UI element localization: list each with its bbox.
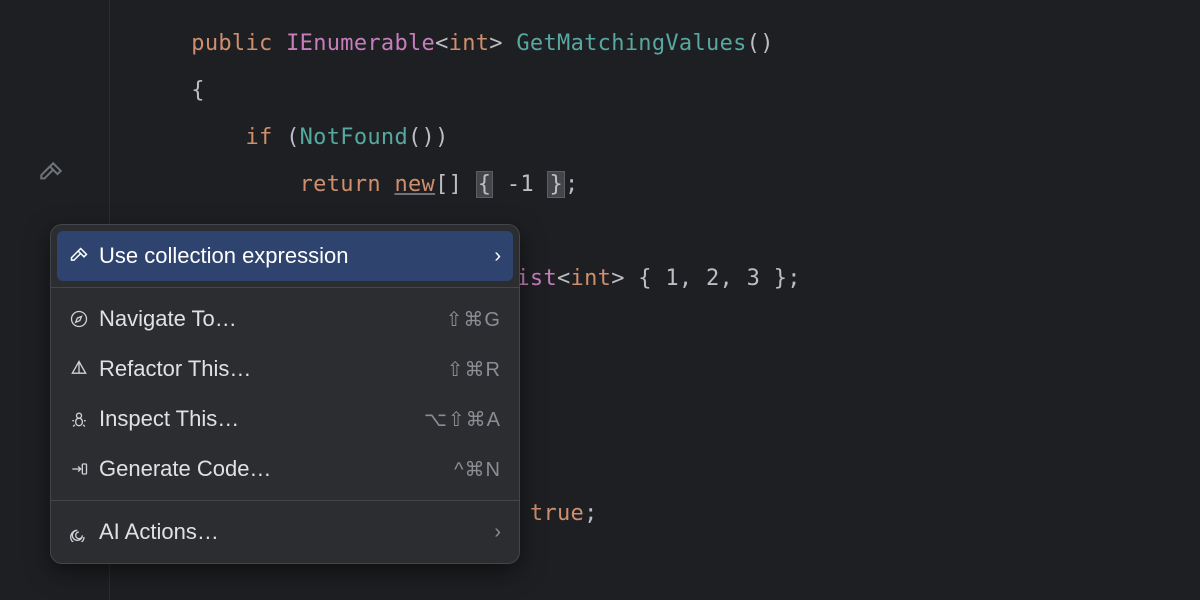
spiral-icon [69,522,99,542]
type-int: int [449,31,490,56]
array-brackets: [] [435,172,462,197]
menu-item-generate-code[interactable]: Generate Code… ^⌘N [51,444,519,494]
menu-item-shortcut: ^⌘N [454,457,501,482]
menu-item-shortcut: ⌥⇧⌘A [424,407,501,432]
menu-item-ai-actions[interactable]: AI Actions… › [51,507,519,557]
menu-item-label: Navigate To… [99,306,446,332]
menu-item-refactor-this[interactable]: Refactor This… ⇧⌘R [51,344,519,394]
generate-icon [69,459,99,479]
literal-true: true [530,501,584,526]
paren-open: ( [286,125,300,150]
keyword-new: new [394,172,435,197]
menu-item-navigate-to[interactable]: Navigate To… ⇧⌘G [51,294,519,344]
context-actions-popup: Use collection expression › Navigate To…… [50,224,520,564]
highlight-brace-open: { [476,171,494,198]
literal-123: 1, 2, 3 [665,266,760,291]
type-ienumerable: IEnumerable [286,31,435,56]
angle-close-2: > [611,266,625,291]
keyword-if: if [245,125,272,150]
angle-close: > [489,31,503,56]
prism-icon [69,359,99,379]
menu-item-shortcut: ⇧⌘R [447,357,501,382]
brace: } [774,266,788,291]
chevron-right-icon: › [494,521,501,544]
brace: { [638,266,652,291]
keyword-public: public [191,31,272,56]
hammer-icon [69,246,99,266]
method-name: GetMatchingValues [516,31,746,56]
brace-open: { [191,78,205,103]
call-parens: ()) [408,125,449,150]
bug-icon [69,409,99,429]
menu-item-inspect-this[interactable]: Inspect This… ⌥⇧⌘A [51,394,519,444]
menu-item-label: Use collection expression [99,243,494,269]
highlight-brace-close: } [547,171,565,198]
compass-icon [69,309,99,329]
menu-separator [51,287,519,288]
menu-item-label: AI Actions… [99,519,494,545]
menu-item-label: Inspect This… [99,406,424,432]
method-notfound: NotFound [300,125,408,150]
hammer-icon[interactable] [38,160,64,186]
chevron-right-icon: › [494,245,501,268]
menu-item-shortcut: ⇧⌘G [446,307,501,332]
menu-item-label: Refactor This… [99,356,447,382]
semicolon-2: ; [787,266,801,291]
semicolon: ; [565,172,579,197]
semicolon-3: ; [584,501,598,526]
type-int-2: int [571,266,612,291]
menu-item-label: Generate Code… [99,456,454,482]
menu-item-use-collection-expression[interactable]: Use collection expression › [57,231,513,281]
parens: () [747,31,774,56]
angle-open: < [435,31,449,56]
angle-open-2: < [557,266,571,291]
menu-separator [51,500,519,501]
literal-minus1: -1 [507,172,534,197]
keyword-return: return [300,172,381,197]
